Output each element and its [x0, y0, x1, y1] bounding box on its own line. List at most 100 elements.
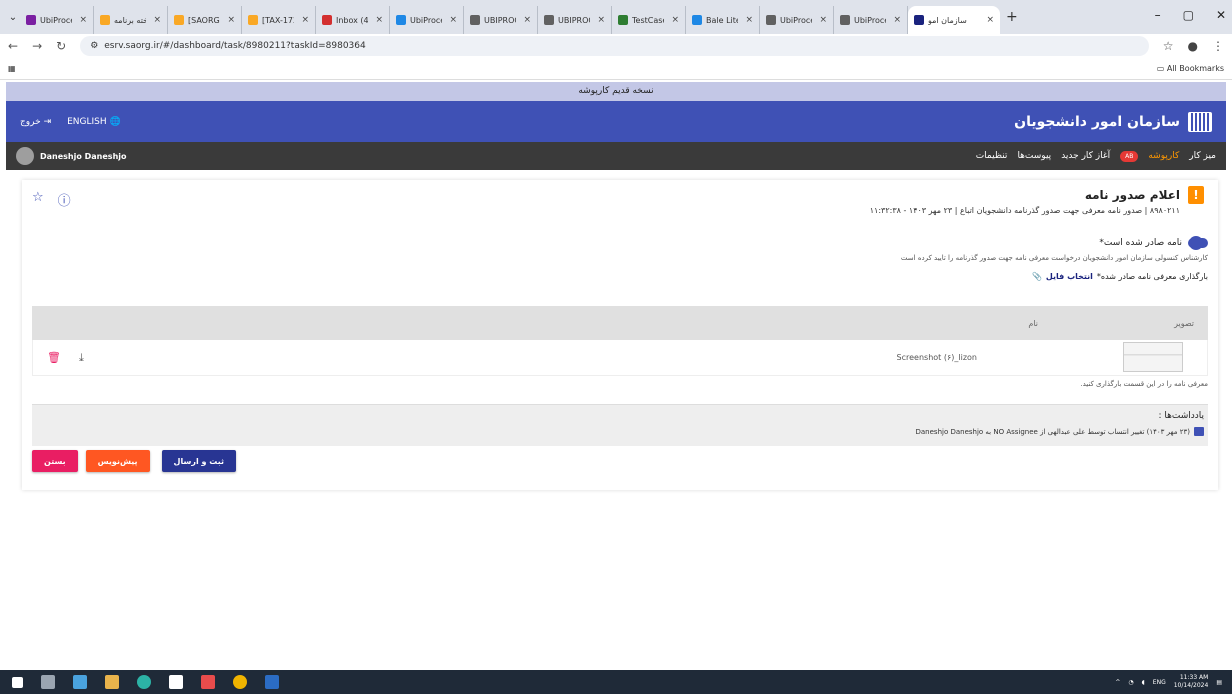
browser-tab[interactable]: UbiProces × — [834, 6, 908, 34]
tab-search-icon[interactable]: ⌄ — [6, 12, 20, 23]
bookmark-star-icon[interactable]: ☆ — [1163, 39, 1174, 53]
url-field[interactable]: ⚙ esrv.saorg.ir/#/dashboard/task/8980211… — [80, 36, 1149, 56]
tab-close-icon[interactable]: × — [597, 15, 605, 25]
task-subtitle: ۸۹۸۰۲۱۱ | صدور نامه معرفی جهت صدور گذرنا… — [869, 206, 1180, 215]
pdf-icon[interactable] — [201, 675, 215, 689]
browser-tab[interactable]: Bale Lite × — [686, 6, 760, 34]
apps-icon[interactable]: ▦ — [8, 64, 16, 73]
system-tray: ^ ◔ ◖ ENG 11:33 AM 10/14/2024 ▤ — [1115, 670, 1222, 694]
browser-tab[interactable]: UBIPROCE × — [538, 6, 612, 34]
browser-tab[interactable]: [TAX-172] × — [242, 6, 316, 34]
tab-label: [TAX-172] — [262, 15, 294, 25]
tab-label: [SAORG-4 — [188, 15, 220, 25]
site-info-icon[interactable]: ⚙ — [90, 41, 98, 51]
submit-button[interactable]: ثبت و ارسال — [161, 450, 236, 472]
tab-close-icon[interactable]: × — [153, 15, 161, 25]
table-row: Screenshot (۶)_lizon ⤓ 🗑 — [32, 340, 1208, 376]
tab-close-icon[interactable]: × — [301, 15, 309, 25]
forward-icon[interactable]: → — [32, 39, 42, 53]
tab-close-icon[interactable]: × — [227, 15, 235, 25]
task-title: اعلام صدور نامه — [1084, 188, 1180, 202]
task-card: ☆ ⓘ ! اعلام صدور نامه ۸۹۸۰۲۱۱ | صدور نام… — [22, 180, 1218, 490]
mail-icon[interactable] — [169, 675, 183, 689]
tab-close-icon[interactable]: × — [819, 15, 827, 25]
letter-issued-toggle[interactable] — [1188, 236, 1208, 250]
word-icon[interactable] — [265, 675, 279, 689]
browser-tab[interactable]: Inbox (48) × — [316, 6, 390, 34]
delete-icon[interactable]: 🗑 — [47, 351, 61, 365]
all-bookmarks[interactable]: ▭ All Bookmarks — [1157, 64, 1224, 73]
close-window-icon[interactable]: ✕ — [1216, 8, 1226, 22]
comment-icon — [1194, 427, 1204, 436]
chrome-icon[interactable] — [233, 675, 247, 689]
old-version-link[interactable]: نسخه قدیم کارپوشه — [6, 82, 1226, 101]
attach-icon[interactable]: 📎 — [1032, 272, 1042, 281]
browser-tab[interactable]: TestCase × — [612, 6, 686, 34]
favorite-star-icon[interactable]: ☆ — [32, 190, 44, 209]
language-button[interactable]: ENGLISH 🌐 — [67, 117, 121, 127]
org-name: سازمان امور دانشجویان — [1014, 113, 1180, 130]
choose-file-link[interactable]: انتخاب فایل — [1046, 272, 1093, 281]
alert-icon: ! — [1188, 186, 1204, 204]
edge-icon[interactable] — [137, 675, 151, 689]
browser-tab[interactable]: UbiProces × — [390, 6, 464, 34]
reload-icon[interactable]: ↻ — [56, 39, 66, 53]
tab-favicon-icon — [914, 15, 924, 25]
browser-tab[interactable]: UbiProces × — [20, 6, 94, 34]
browser-tab-bar: ⌄ UbiProces×تخته برنامه×[SAORG-4×[TAX-17… — [0, 0, 1232, 34]
notifications-icon[interactable]: ▤ — [1216, 679, 1222, 686]
user-menu[interactable]: Daneshjo Daneshjo — [16, 147, 127, 165]
download-icon[interactable]: ⤓ — [79, 351, 84, 365]
tab-close-icon[interactable]: × — [79, 15, 87, 25]
os-taskbar: ^ ◔ ◖ ENG 11:33 AM 10/14/2024 ▤ — [0, 670, 1232, 694]
tab-close-icon[interactable]: × — [745, 15, 753, 25]
close-button[interactable]: بستن — [32, 450, 78, 472]
task-header: ! اعلام صدور نامه ۸۹۸۰۲۱۱ | صدور نامه مع… — [870, 186, 1204, 215]
file-thumbnail[interactable] — [1123, 341, 1183, 372]
tab-close-icon[interactable]: × — [986, 15, 994, 25]
upload-label: بارگذاری معرفی نامه صادر شده* — [1096, 272, 1208, 281]
tab-close-icon[interactable]: × — [671, 15, 679, 25]
tab-close-icon[interactable]: × — [449, 15, 457, 25]
url-text: esrv.saorg.ir/#/dashboard/task/8980211?t… — [104, 41, 366, 51]
task-view-icon[interactable] — [41, 675, 55, 689]
tab-strip: UbiProces×تخته برنامه×[SAORG-4×[TAX-172]… — [20, 0, 1000, 34]
menu-settings[interactable]: تنظیمات — [976, 151, 1008, 161]
address-bar-row: ← → ↻ ⚙ esrv.saorg.ir/#/dashboard/task/8… — [0, 34, 1232, 58]
new-tab-button[interactable]: + — [1006, 9, 1018, 25]
browser-tab[interactable]: UBIPROCE × — [464, 6, 538, 34]
file-explorer-icon[interactable] — [105, 675, 119, 689]
tab-close-icon[interactable]: × — [523, 15, 531, 25]
tab-label: UbiProces — [40, 15, 72, 25]
menu-folder[interactable]: کارپوشه — [1148, 151, 1179, 161]
menu-new-task[interactable]: آغاز کار جدید — [1061, 151, 1110, 161]
network-icon[interactable]: ◔ — [1128, 679, 1133, 686]
logout-button[interactable]: خروج ⇥ — [20, 117, 51, 127]
tray-lang[interactable]: ENG — [1153, 679, 1166, 686]
volume-icon[interactable]: ◖ — [1142, 679, 1145, 686]
browser-tab[interactable]: [SAORG-4 × — [168, 6, 242, 34]
tab-close-icon[interactable]: × — [893, 15, 901, 25]
menu-desk[interactable]: میز کار — [1189, 151, 1216, 161]
browser-tab[interactable]: تخته برنامه × — [94, 6, 168, 34]
back-icon[interactable]: ← — [8, 39, 18, 53]
browser-menu-icon[interactable]: ⋮ — [1212, 39, 1224, 53]
tab-close-icon[interactable]: × — [375, 15, 383, 25]
tab-label: UBIPROCE — [558, 15, 590, 25]
start-icon[interactable] — [12, 676, 23, 688]
clock[interactable]: 11:33 AM 10/14/2024 — [1174, 674, 1209, 690]
draft-button[interactable]: پیش‌نویس — [85, 450, 150, 472]
browser-tab[interactable]: UbiProces × — [760, 6, 834, 34]
menu-attachments[interactable]: پیوست‌ها — [1017, 151, 1051, 161]
browser-tab[interactable]: سازمان امو × — [908, 6, 1000, 34]
profile-icon[interactable]: ● — [1188, 39, 1198, 53]
info-icon[interactable]: ⓘ — [58, 190, 71, 209]
tab-favicon-icon — [618, 15, 628, 25]
tab-label: UbiProces — [780, 15, 812, 25]
note-text: (۲۳ مهر ۱۴۰۳) تغییر انتساب توسط علی عبدا… — [915, 427, 1191, 436]
minimize-icon[interactable]: – — [1155, 8, 1161, 22]
widgets-icon[interactable] — [73, 675, 87, 689]
bookmarks-bar: ▦ ▭ All Bookmarks — [0, 58, 1232, 80]
tray-chevron-icon[interactable]: ^ — [1115, 679, 1120, 686]
maximize-icon[interactable]: ▢ — [1183, 8, 1194, 22]
